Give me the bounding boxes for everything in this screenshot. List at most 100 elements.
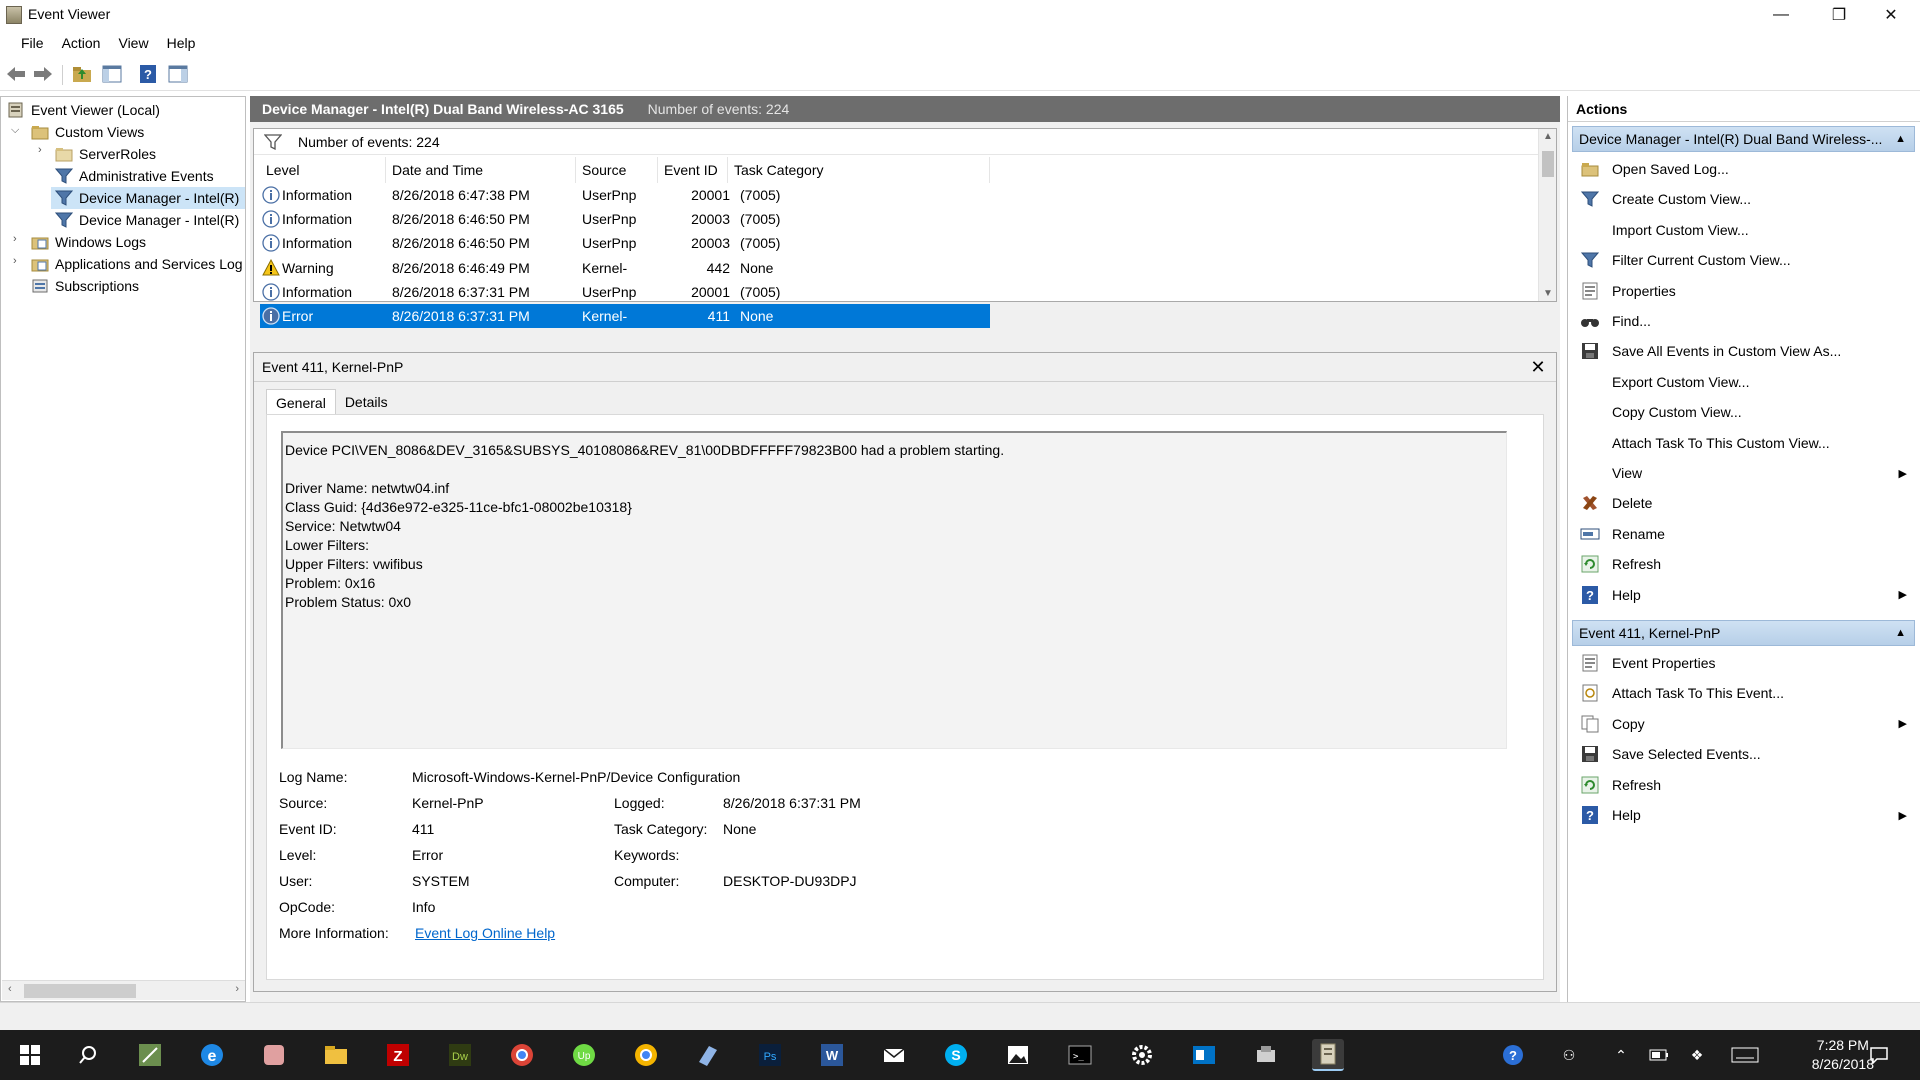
show-hide-tree-icon[interactable] xyxy=(101,63,123,85)
action-export-custom-view[interactable]: Export Custom View... xyxy=(1572,367,1915,397)
show-action-pane-icon[interactable] xyxy=(167,63,189,85)
chrome-icon[interactable] xyxy=(630,1039,662,1071)
command-prompt-icon[interactable]: >_ xyxy=(1064,1039,1096,1071)
word-icon[interactable]: W xyxy=(816,1039,848,1071)
help-icon[interactable]: ? xyxy=(137,63,159,85)
column-event-id[interactable]: Event ID xyxy=(658,157,728,183)
action-import-custom-view[interactable]: Import Custom View... xyxy=(1572,215,1915,245)
app-blue-icon[interactable] xyxy=(692,1039,724,1071)
menu-help[interactable]: Help xyxy=(158,35,205,51)
table-row[interactable]: Information 8/26/2018 6:37:31 PM UserPnp… xyxy=(260,280,990,304)
expanded-chevron-icon[interactable]: ⌵ xyxy=(11,124,19,137)
notepad-app-icon[interactable] xyxy=(134,1039,166,1071)
outlook-icon[interactable] xyxy=(1188,1039,1220,1071)
up-folder-icon[interactable] xyxy=(71,63,93,85)
table-row[interactable]: Information 8/26/2018 6:46:50 PM UserPnp… xyxy=(260,231,990,255)
menu-action[interactable]: Action xyxy=(53,35,110,51)
close-detail-button[interactable]: ✕ xyxy=(1528,357,1548,377)
action-rename[interactable]: Rename xyxy=(1572,519,1915,549)
minimize-button[interactable]: — xyxy=(1752,0,1810,30)
show-hidden-icons-chevron[interactable]: ⌃ xyxy=(1610,1044,1632,1066)
filezilla-icon[interactable]: Z xyxy=(382,1039,414,1071)
column-date-time[interactable]: Date and Time xyxy=(386,157,576,183)
action-copy-custom-view[interactable]: Copy Custom View... xyxy=(1572,397,1915,427)
back-arrow-icon[interactable] xyxy=(5,63,27,85)
action-center-icon[interactable] xyxy=(1868,1044,1890,1066)
tree-item-applications-services[interactable]: Applications and Services Log xyxy=(31,253,243,275)
tree-horizontal-scrollbar[interactable]: ‹ › xyxy=(2,980,245,1000)
start-windows-icon[interactable] xyxy=(14,1039,46,1071)
scroll-left-icon[interactable]: ‹ xyxy=(8,983,12,995)
scrollbar-thumb[interactable] xyxy=(1542,151,1554,177)
action-refresh[interactable]: Refresh xyxy=(1572,770,1915,800)
action-delete[interactable]: Delete xyxy=(1572,488,1915,518)
action-group-device-manager[interactable]: Device Manager - Intel(R) Dual Band Wire… xyxy=(1572,126,1915,152)
photoshop-icon[interactable]: Ps xyxy=(754,1039,786,1071)
tab-details[interactable]: Details xyxy=(336,389,397,415)
action-save-selected-events[interactable]: Save Selected Events... xyxy=(1572,739,1915,769)
action-open-saved-log[interactable]: Open Saved Log... xyxy=(1572,154,1915,184)
event-viewer-taskbar-icon[interactable] xyxy=(1312,1039,1344,1071)
restore-button[interactable]: ❐ xyxy=(1810,0,1868,30)
table-row-selected[interactable]: Error 8/26/2018 6:37:31 PM Kernel- 411 N… xyxy=(260,304,990,328)
tree-item-administrative-events[interactable]: Administrative Events xyxy=(55,165,214,187)
action-copy[interactable]: Copy ▶ xyxy=(1572,709,1915,739)
collapsed-chevron-icon[interactable]: › xyxy=(38,144,42,156)
system-clock[interactable]: 7:28 PM 8/26/2018 xyxy=(1812,1036,1874,1074)
dreamweaver-icon[interactable]: Dw xyxy=(444,1039,476,1071)
collapsed-chevron-icon[interactable]: › xyxy=(13,255,17,267)
tree-item-device-manager-selected[interactable]: Device Manager - Intel(R) xyxy=(51,187,245,209)
table-row[interactable]: Information 8/26/2018 6:47:38 PM UserPnp… xyxy=(260,183,990,207)
scroll-right-icon[interactable]: › xyxy=(235,983,239,995)
events-vertical-scrollbar[interactable]: ▲ ▼ xyxy=(1538,129,1556,301)
action-view[interactable]: View ▶ xyxy=(1572,458,1915,488)
close-button[interactable]: ✕ xyxy=(1862,0,1920,30)
action-group-event[interactable]: Event 411, Kernel-PnP ▲ xyxy=(1572,620,1915,646)
skype-icon[interactable]: S xyxy=(940,1039,972,1071)
tree-item-event-viewer-local[interactable]: Event Viewer (Local) xyxy=(7,99,160,121)
tree-item-server-roles[interactable]: ServerRoles xyxy=(55,143,156,165)
action-create-custom-view[interactable]: Create Custom View... xyxy=(1572,184,1915,214)
file-explorer-icon[interactable] xyxy=(320,1039,352,1071)
scroll-down-icon[interactable]: ▼ xyxy=(1543,288,1553,299)
tree-item-custom-views[interactable]: Custom Views xyxy=(31,121,144,143)
action-properties[interactable]: Properties xyxy=(1572,276,1915,306)
scrollbar-thumb[interactable] xyxy=(24,984,136,998)
column-level[interactable]: Level xyxy=(260,157,386,183)
upwork-icon[interactable]: Up xyxy=(568,1039,600,1071)
dropbox-icon[interactable]: ❖ xyxy=(1686,1044,1708,1066)
forward-arrow-icon[interactable] xyxy=(32,63,54,85)
tab-general[interactable]: General xyxy=(266,389,336,415)
action-help[interactable]: ? Help ▶ xyxy=(1572,580,1915,610)
collapse-caret-icon[interactable]: ▲ xyxy=(1895,133,1906,145)
collapse-caret-icon[interactable]: ▲ xyxy=(1895,627,1906,639)
tree-item-device-manager[interactable]: Device Manager - Intel(R) xyxy=(55,209,239,231)
tree-item-windows-logs[interactable]: Windows Logs xyxy=(31,231,146,253)
action-attach-task-to-this-custom-view[interactable]: Attach Task To This Custom View... xyxy=(1572,428,1915,458)
edge-browser-icon[interactable]: e xyxy=(196,1039,228,1071)
action-filter-current-custom-view[interactable]: Filter Current Custom View... xyxy=(1572,245,1915,275)
help-circle-icon[interactable]: ? xyxy=(1502,1044,1524,1066)
table-row[interactable]: Warning 8/26/2018 6:46:49 PM Kernel- 442… xyxy=(260,256,990,280)
chrome-icon[interactable] xyxy=(506,1039,538,1071)
app-pink-icon[interactable] xyxy=(258,1039,290,1071)
people-icon[interactable]: ⚇ xyxy=(1558,1044,1580,1066)
table-row[interactable]: Information 8/26/2018 6:46:50 PM UserPnp… xyxy=(260,207,990,231)
column-task-category[interactable]: Task Category xyxy=(728,157,990,183)
network-drive-icon[interactable] xyxy=(1250,1039,1282,1071)
photos-icon[interactable] xyxy=(1002,1039,1034,1071)
action-find[interactable]: Find... xyxy=(1572,306,1915,336)
scroll-up-icon[interactable]: ▲ xyxy=(1543,131,1553,142)
search-icon[interactable] xyxy=(72,1039,104,1071)
battery-icon[interactable] xyxy=(1648,1044,1670,1066)
column-source[interactable]: Source xyxy=(576,157,658,183)
menu-file[interactable]: File xyxy=(12,35,53,51)
action-save-all-events-in-custom-view-as[interactable]: Save All Events in Custom View As... xyxy=(1572,336,1915,366)
action-help[interactable]: ? Help ▶ xyxy=(1572,800,1915,830)
tree-item-subscriptions[interactable]: Subscriptions xyxy=(31,275,139,297)
keyboard-icon[interactable] xyxy=(1730,1044,1760,1066)
action-refresh[interactable]: Refresh xyxy=(1572,549,1915,579)
action-attach-task-to-this-event[interactable]: Attach Task To This Event... xyxy=(1572,678,1915,708)
event-log-online-help-link[interactable]: Event Log Online Help xyxy=(415,925,555,941)
collapsed-chevron-icon[interactable]: › xyxy=(13,233,17,245)
